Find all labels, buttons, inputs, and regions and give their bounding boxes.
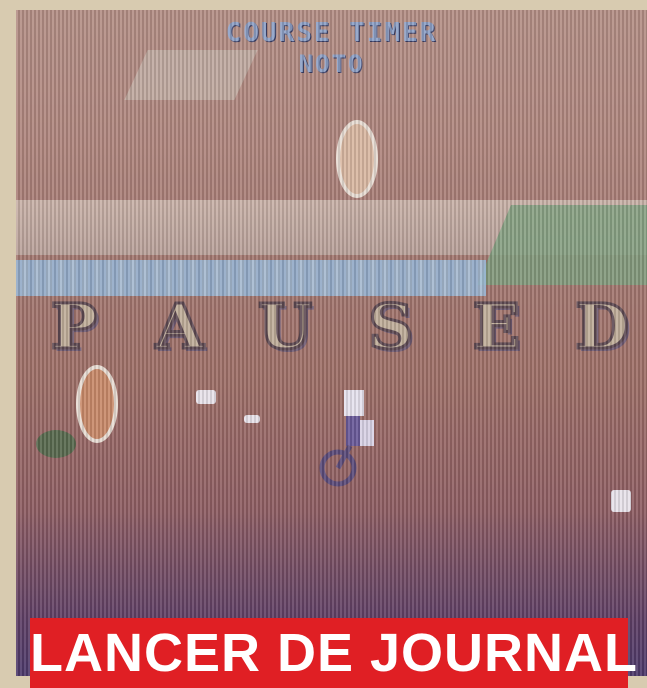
- paused-letter: D: [574, 288, 631, 364]
- caption-banner: LANCER DE JOURNAL: [30, 618, 639, 688]
- paused-overlay: P A U S E D: [38, 288, 638, 364]
- mailbox-target: [76, 365, 118, 443]
- paused-letter: E: [471, 288, 521, 364]
- mailbox-target: [336, 120, 378, 198]
- paused-letter: P: [49, 288, 99, 364]
- caption-text: LANCER DE JOURNAL: [30, 623, 639, 683]
- obstacle: [611, 490, 631, 512]
- bush: [36, 430, 76, 458]
- paperboy-bike-sprite: [319, 390, 374, 487]
- hud-score: NOTO: [298, 50, 365, 78]
- hud-title: COURSE TIMER: [225, 18, 438, 48]
- game-screen: COURSE TIMER NOTO P A U S E D: [16, 10, 647, 676]
- paused-letter: A: [154, 288, 205, 364]
- newspaper-bundle: [244, 415, 260, 423]
- paused-letter: S: [367, 288, 415, 364]
- newspaper-bundle: [196, 390, 216, 404]
- paused-letter: U: [257, 288, 314, 364]
